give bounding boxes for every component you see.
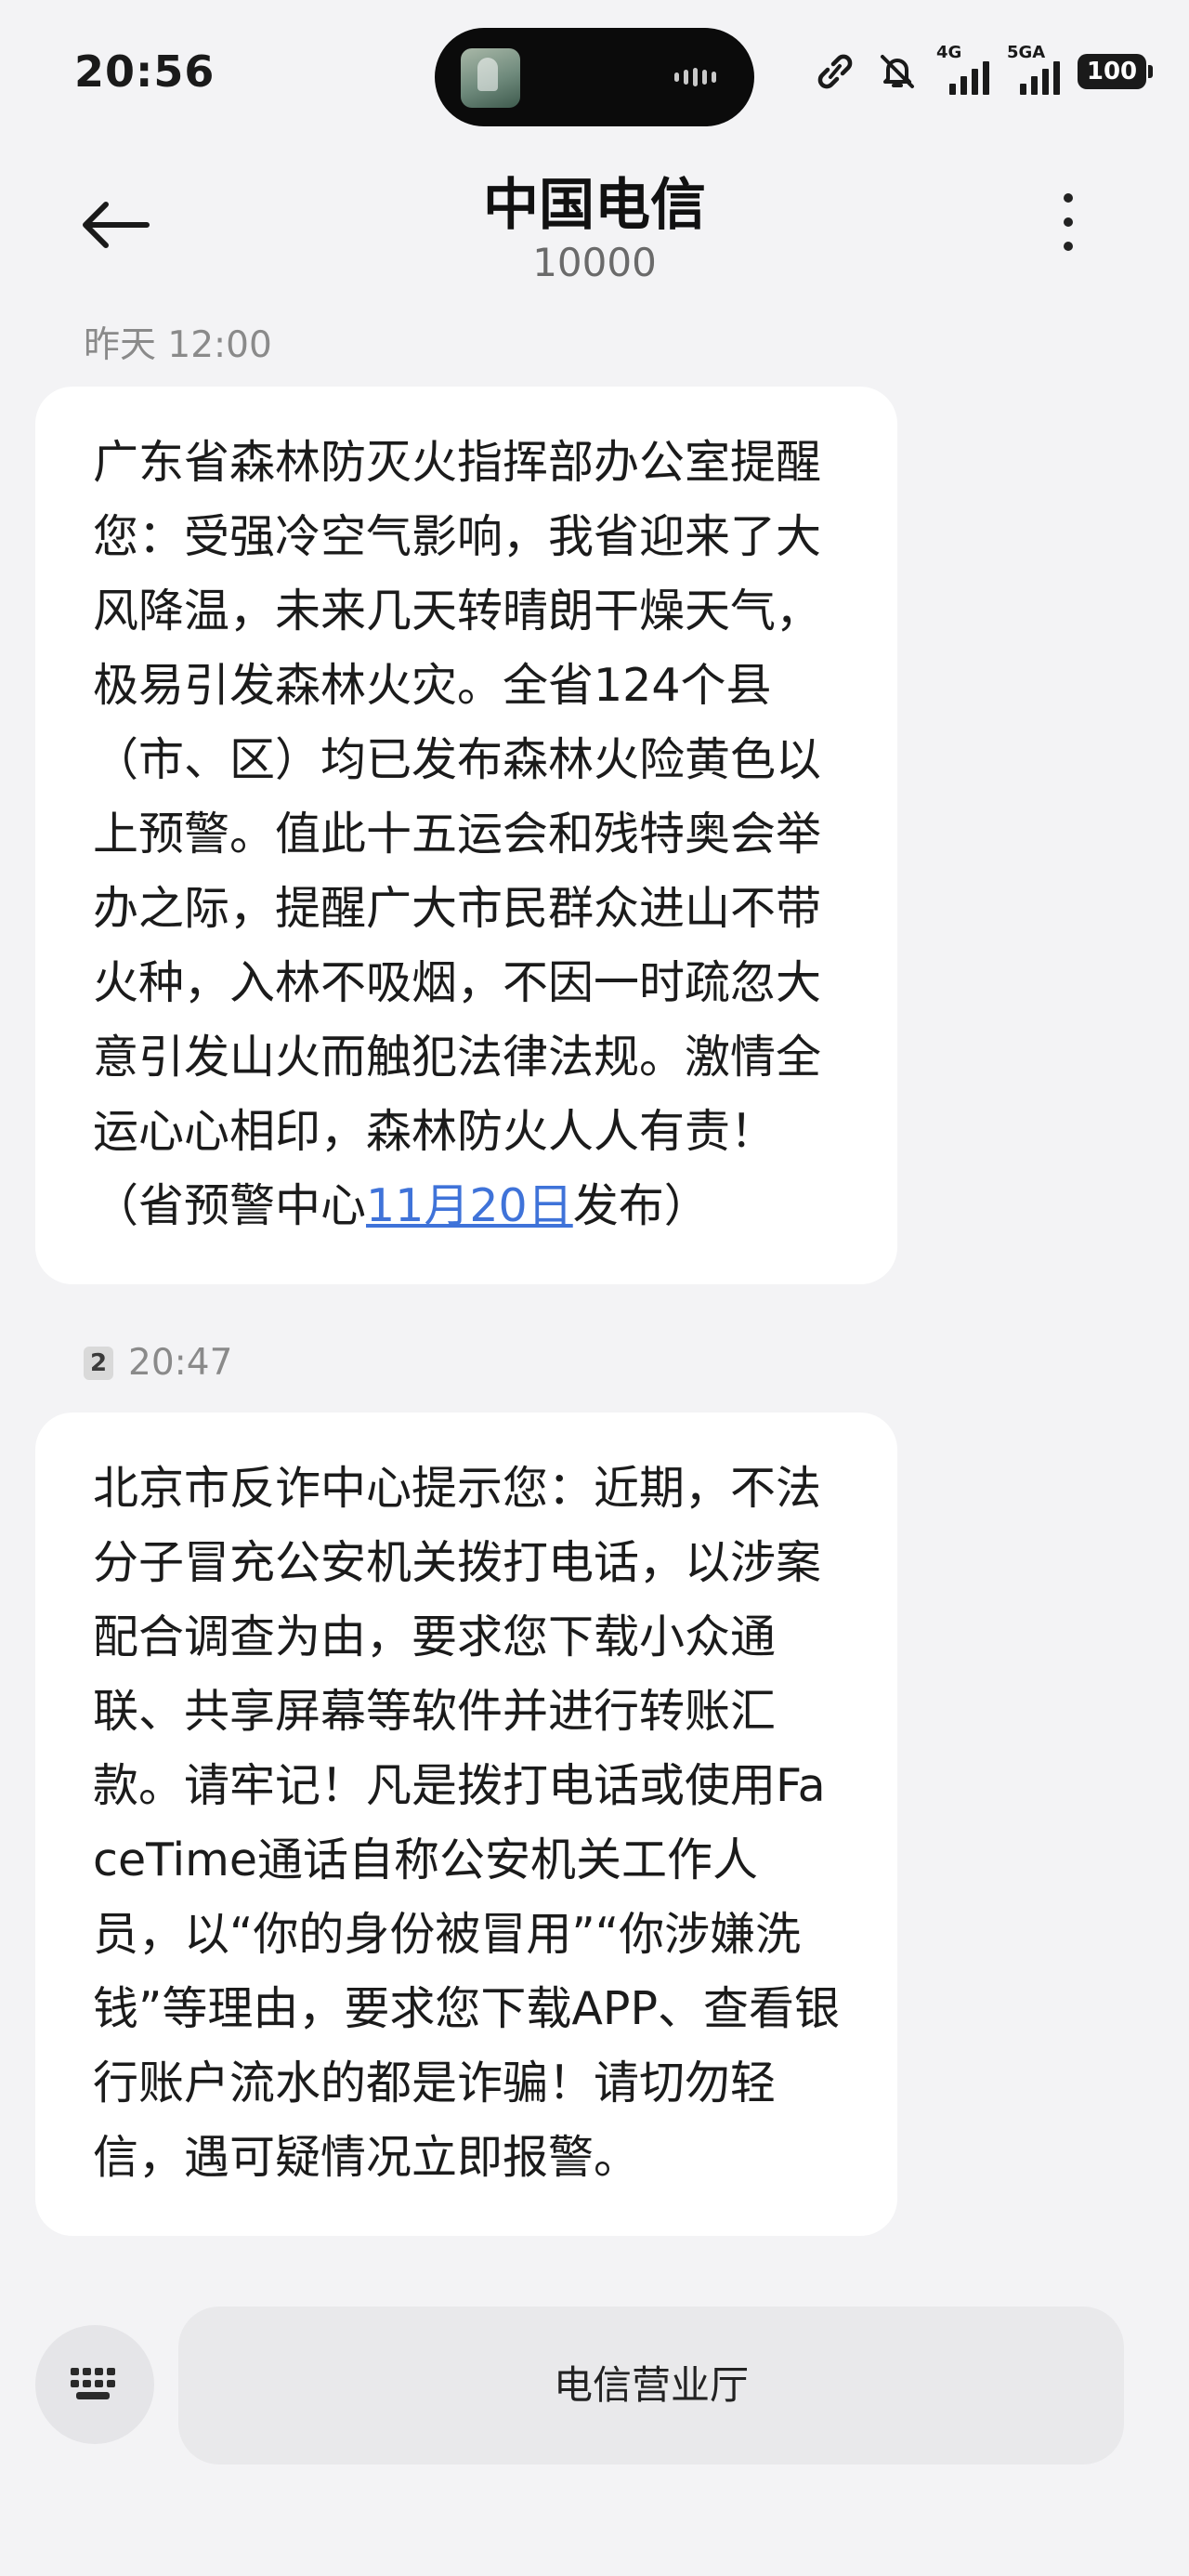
message-body-end: 发布） bbox=[572, 1179, 710, 1232]
signal-5ga-icon: 5GA bbox=[1007, 43, 1060, 95]
signal-4g-icon: 4G bbox=[936, 43, 989, 95]
contact-name: 中国电信 bbox=[483, 173, 706, 238]
keyboard-button[interactable] bbox=[35, 2325, 154, 2444]
media-thumbnail bbox=[461, 48, 520, 108]
sim-2-badge: 2 bbox=[84, 1346, 113, 1380]
network-label-1: 4G bbox=[936, 43, 962, 62]
contact-number: 10000 bbox=[532, 240, 657, 285]
dynamic-island[interactable] bbox=[435, 28, 754, 126]
more-options-icon[interactable] bbox=[1059, 193, 1078, 258]
keyboard-icon bbox=[71, 2368, 115, 2399]
battery-icon: 100 bbox=[1078, 54, 1153, 89]
message-text: 广东省森林防灭火指挥部办公室提醒您：受强冷空气影响，我省迎来了大风降温，未来几天… bbox=[93, 426, 843, 1243]
network-label-2: 5GA bbox=[1007, 43, 1046, 62]
status-icons: 4G 5GA 100 bbox=[812, 43, 1153, 95]
status-time: 20:56 bbox=[74, 46, 216, 97]
message-timestamp: 2 20:47 bbox=[84, 1342, 232, 1384]
status-bar: 20:56 4G 5GA 100 bbox=[0, 0, 1189, 139]
audio-wave-icon bbox=[674, 67, 726, 87]
message-bubble[interactable]: 北京市反诈中心提示您：近期，不法分子冒充公安机关拨打电话，以涉案配合调查为由，要… bbox=[35, 1413, 897, 2236]
message-bubble[interactable]: 广东省森林防灭火指挥部办公室提醒您：受强冷空气影响，我省迎来了大风降温，未来几天… bbox=[35, 387, 897, 1284]
conversation-header: 中国电信 10000 bbox=[0, 139, 1189, 297]
timestamp-text: 20:47 bbox=[128, 1342, 233, 1384]
link-icon bbox=[817, 54, 853, 89]
mute-bell-icon bbox=[881, 55, 914, 88]
message-body: 广东省森林防灭火指挥部办公室提醒您：受强冷空气影响，我省迎来了大风降温，未来几天… bbox=[93, 436, 822, 1232]
quick-reply-button[interactable]: 电信营业厅 bbox=[178, 2307, 1124, 2464]
message-text: 北京市反诈中心提示您：近期，不法分子冒充公安机关拨打电话，以涉案配合调查为由，要… bbox=[93, 1462, 841, 2184]
date-link[interactable]: 11月20日 bbox=[366, 1179, 573, 1232]
timestamp-text: 昨天 12:00 bbox=[84, 324, 272, 366]
message-timestamp: 昨天 12:00 bbox=[84, 316, 272, 368]
